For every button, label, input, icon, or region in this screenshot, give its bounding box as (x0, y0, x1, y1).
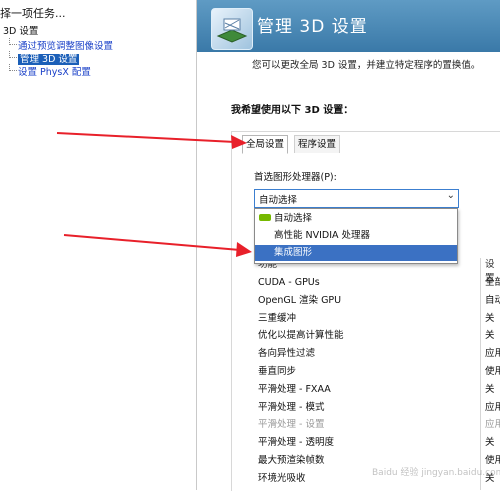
setting-cell: 应用 (485, 348, 500, 360)
setting-cell: 关 (485, 383, 495, 395)
feature-cell: OpenGL 渲染 GPU (258, 294, 342, 306)
watermark: Baidu 经验 jingyan.baidu.com (372, 468, 500, 478)
feature-cell: 平滑处理 - 透明度 (258, 437, 334, 449)
dropdown-option-integrated[interactable]: 集成图形 (255, 245, 457, 261)
feature-cell: CUDA - GPUs (258, 277, 320, 288)
feature-cell: 环境光吸收 (258, 472, 306, 484)
nvidia-icon (259, 214, 271, 221)
feature-cell: 各向异性过滤 (258, 348, 316, 360)
table-row[interactable]: 平滑处理 - 设置 应用 (255, 416, 500, 434)
task-tree: 3D 设置 通过预览调整图像设置 管理 3D 设置 设置 PhysX 配置 (0, 25, 196, 78)
tree-root-3d-settings[interactable]: 3D 设置 (0, 25, 196, 38)
feature-cell: 优化以提高计算性能 (258, 330, 344, 342)
feature-cell: 垂直同步 (258, 365, 297, 377)
dropdown-option-nvidia[interactable]: 高性能 NVIDIA 处理器 (255, 228, 457, 244)
table-row[interactable]: CUDA - GPUs 全部 (255, 274, 500, 292)
feature-cell: 平滑处理 - 模式 (258, 401, 325, 413)
feature-cell: 三重缓冲 (258, 312, 297, 324)
setting-cell: 应用 (485, 401, 500, 413)
task-pane-title: 择一项任务... (0, 7, 66, 20)
page-title: 管理 3D 设置 (257, 17, 368, 37)
tree-branch-line (9, 64, 17, 71)
settings-heading: 我希望使用以下 3D 设置： (231, 105, 354, 116)
processor-dropdown-list: 自动选择 高性能 NVIDIA 处理器 集成图形 (254, 208, 458, 264)
dropdown-option-label: 集成图形 (274, 247, 313, 258)
tree-branch-line (9, 51, 17, 58)
setting-cell: 关 (485, 437, 495, 449)
dropdown-option-auto[interactable]: 自动选择 (255, 211, 457, 227)
grid-header-setting: 设置 (485, 259, 495, 284)
header-banner: 管理 3D 设置 (197, 0, 500, 52)
tree-branch-line (9, 38, 17, 45)
preferred-processor-label: 首选图形处理器(P): (254, 172, 337, 183)
tree-item-adjust-image-settings[interactable]: 通过预览调整图像设置 (0, 38, 196, 52)
setting-cell: 自动 (485, 294, 500, 306)
setting-cell: 使用 (485, 365, 500, 377)
3d-settings-icon (211, 8, 253, 50)
feature-cell: 最大预渲染帧数 (258, 454, 325, 466)
setting-cell: 关 (485, 330, 495, 342)
feature-cell: 平滑处理 - 设置 (258, 419, 325, 431)
table-row[interactable]: 各向异性过滤 应用 (255, 345, 500, 363)
dropdown-option-label: 自动选择 (274, 213, 313, 224)
table-row[interactable]: 优化以提高计算性能 关 (255, 327, 500, 345)
table-row[interactable]: 平滑处理 - 模式 应用 (255, 399, 500, 417)
page-subtitle: 您可以更改全局 3D 设置，并建立特定程序的置换值。 (252, 60, 481, 71)
annotation-arrow-tabs (56, 132, 247, 149)
setting-cell: 应用 (485, 419, 500, 431)
grid-rows: CUDA - GPUs 全部 OpenGL 渲染 GPU 自动 三重缓冲关 优化以提… (255, 274, 500, 488)
preferred-processor-select[interactable]: 自动选择 ⌄ (254, 189, 459, 208)
tree-item-manage-3d-settings[interactable]: 管理 3D 设置 (0, 51, 196, 65)
feature-cell: 平滑处理 - FXAA (258, 383, 331, 395)
preferred-processor-value: 自动选择 (259, 195, 298, 206)
setting-cell: 全部 (485, 277, 500, 288)
tab-program-settings[interactable]: 程序设置 (294, 135, 341, 153)
table-row[interactable]: 垂直同步 使用 (255, 363, 500, 381)
setting-cell: 关 (485, 312, 495, 324)
grid-column-divider (480, 258, 481, 490)
table-row[interactable]: 平滑处理 - FXAA 关 (255, 381, 500, 399)
chevron-down-icon[interactable]: ⌄ (447, 190, 455, 201)
tree-item-physx-config[interactable]: 设置 PhysX 配置 (0, 64, 196, 78)
annotation-arrow-dropdown (63, 234, 252, 257)
tree-item-label: 设置 PhysX 配置 (18, 67, 91, 78)
table-row[interactable]: OpenGL 渲染 GPU 自动 (255, 292, 500, 310)
table-row[interactable]: 平滑处理 - 透明度 关 (255, 434, 500, 452)
table-row[interactable]: 三重缓冲 关 (255, 310, 500, 328)
dropdown-option-label: 高性能 NVIDIA 处理器 (274, 230, 371, 241)
